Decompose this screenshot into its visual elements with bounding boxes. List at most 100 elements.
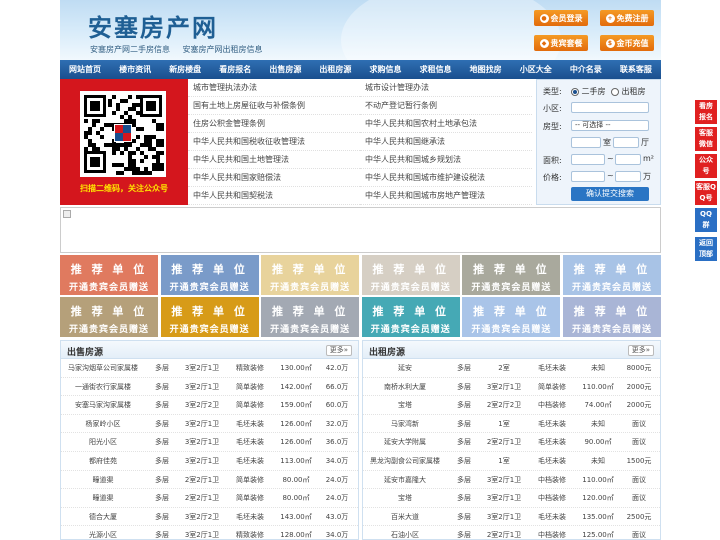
news-item[interactable]: 中华人民共和国城乡规划法 bbox=[360, 151, 532, 169]
nav-item-news[interactable]: 楼市资讯 bbox=[110, 60, 160, 79]
nav-item-wanted-rent[interactable]: 求租信息 bbox=[411, 60, 461, 79]
side-tab[interactable]: 返回 顶部 bbox=[695, 237, 717, 261]
nav-item-map[interactable]: 地图找房 bbox=[461, 60, 511, 79]
recommended-agency-slot[interactable]: 推 荐 单 位开通贵宾会员赠送 bbox=[361, 255, 460, 295]
side-tab[interactable]: 客服 微信 bbox=[695, 127, 717, 151]
listing-community[interactable]: 宝塔 bbox=[363, 396, 447, 414]
nav-item-for-sale[interactable]: 出售房源 bbox=[260, 60, 310, 79]
coin-recharge-button[interactable]: $ 金币充值 bbox=[600, 35, 654, 51]
table-row[interactable]: 一通街农行家属楼 多层 3室2厅1卫 简单装修 142.00㎡ 66.0万 bbox=[61, 378, 358, 397]
subtitle-link-rental[interactable]: 安塞房产网出租房信息 bbox=[183, 45, 263, 54]
listing-community[interactable]: 疃道渠 bbox=[61, 471, 145, 489]
listing-community[interactable]: 马家湾新 bbox=[363, 415, 447, 433]
table-row[interactable]: 光源小区 多层 3室2厅1卫 精致装修 128.00㎡ 34.0万 bbox=[61, 526, 358, 539]
table-row[interactable]: 南桥水利大厦 多层 3室2厅1卫 简单装修 110.00㎡ 2000元 bbox=[363, 378, 660, 397]
news-item[interactable]: 住房公积金管理条例 bbox=[188, 115, 360, 133]
table-row[interactable]: 疃道渠 多层 2室2厅1卫 简单装修 80.00㎡ 24.0万 bbox=[61, 489, 358, 508]
listing-community[interactable]: 宝塔 bbox=[363, 489, 447, 507]
table-row[interactable]: 疃道渠 多层 2室2厅1卫 简单装修 80.00㎡ 24.0万 bbox=[61, 471, 358, 490]
news-item[interactable]: 中华人民共和国农村土地承包法 bbox=[360, 115, 532, 133]
ad-banner[interactable] bbox=[60, 207, 661, 253]
nav-item-new-homes[interactable]: 新房楼盘 bbox=[160, 60, 210, 79]
area-min-input[interactable] bbox=[571, 154, 605, 165]
recommended-agency-slot[interactable]: 推 荐 单 位开通贵宾会员赠送 bbox=[160, 297, 259, 337]
table-row[interactable]: 延安 多层 2室 毛坯未装 未知 8000元 bbox=[363, 359, 660, 378]
sale-more-link[interactable]: 更多» bbox=[325, 345, 352, 356]
price-min-input[interactable] bbox=[571, 171, 605, 182]
table-row[interactable]: 百米大道 多层 3室2厅1卫 毛坯未装 135.00㎡ 2500元 bbox=[363, 508, 660, 527]
listing-community[interactable]: 都府佳苑 bbox=[61, 452, 145, 470]
listing-community[interactable]: 德合大厦 bbox=[61, 508, 145, 526]
listing-community[interactable]: 延安 bbox=[363, 359, 447, 377]
listing-community[interactable]: 延安大学附属 bbox=[363, 433, 447, 451]
listing-community[interactable]: 延安市嘉隆大 bbox=[363, 471, 447, 489]
area-max-input[interactable] bbox=[615, 154, 641, 165]
site-logo-title[interactable]: 安塞房产网 bbox=[88, 8, 218, 43]
table-row[interactable]: 安塞马家沟家属楼 多层 3室2厅2卫 简单装修 159.00㎡ 60.0万 bbox=[61, 396, 358, 415]
community-input[interactable] bbox=[571, 102, 649, 113]
nav-item-for-rent[interactable]: 出租房源 bbox=[310, 60, 360, 79]
recommended-agency-slot[interactable]: 推 荐 单 位开通贵宾会员赠送 bbox=[361, 297, 460, 337]
house-type-select[interactable]: -- 可选择 -- bbox=[571, 120, 649, 131]
news-item[interactable]: 中华人民共和国城市维护建设税法 bbox=[360, 169, 532, 187]
hall-select[interactable] bbox=[613, 137, 639, 148]
side-tab[interactable]: 公众号 bbox=[695, 154, 717, 178]
side-tab[interactable]: 看房 报名 bbox=[695, 100, 717, 124]
nav-item-communities[interactable]: 小区大全 bbox=[511, 60, 561, 79]
news-item[interactable]: 中华人民共和国土地管理法 bbox=[188, 151, 360, 169]
table-row[interactable]: 都府佳苑 多层 3室2厅1卫 毛坯未装 113.00㎡ 34.0万 bbox=[61, 452, 358, 471]
table-row[interactable]: 马家沟烟草公司家属楼 多层 3室2厅1卫 精致装修 130.00㎡ 42.0万 bbox=[61, 359, 358, 378]
login-button[interactable]: ● 会员登录 bbox=[534, 10, 588, 26]
news-item[interactable]: 城市管理执法办法 bbox=[188, 79, 360, 97]
table-row[interactable]: 石油小区 多层 2室2厅1卫 中档装修 125.00㎡ 面议 bbox=[363, 526, 660, 539]
table-row[interactable]: 宝塔 多层 2室2厅2卫 中档装修 74.00㎡ 2000元 bbox=[363, 396, 660, 415]
table-row[interactable]: 延安市嘉隆大 多层 3室2厅1卫 中档装修 110.00㎡ 面议 bbox=[363, 471, 660, 490]
news-item[interactable]: 城市设计管理办法 bbox=[360, 79, 532, 97]
vip-package-button[interactable]: ◆ 贵宾套餐 bbox=[534, 35, 588, 51]
radio-secondhand[interactable]: 二手房 bbox=[571, 86, 606, 97]
news-item[interactable]: 中华人民共和国税收征收管理法 bbox=[188, 133, 360, 151]
recommended-agency-slot[interactable]: 推 荐 单 位开通贵宾会员赠送 bbox=[462, 255, 561, 295]
recommended-agency-slot[interactable]: 推 荐 单 位开通贵宾会员赠送 bbox=[261, 297, 360, 337]
register-button[interactable]: + 免费注册 bbox=[600, 10, 654, 26]
nav-item-home[interactable]: 网站首页 bbox=[60, 60, 110, 79]
listing-community[interactable]: 石油小区 bbox=[363, 526, 447, 539]
price-max-input[interactable] bbox=[615, 171, 641, 182]
search-submit-button[interactable]: 确认提交搜索 bbox=[571, 187, 649, 201]
news-item[interactable]: 中华人民共和国继承法 bbox=[360, 133, 532, 151]
recommended-agency-slot[interactable]: 推 荐 单 位开通贵宾会员赠送 bbox=[160, 255, 259, 295]
news-item[interactable]: 不动产登记暂行条例 bbox=[360, 97, 532, 115]
table-row[interactable]: 延安大学附属 多层 2室2厅1卫 毛坯未装 90.00㎡ 面议 bbox=[363, 433, 660, 452]
side-tab[interactable]: QQ 群 bbox=[695, 208, 717, 232]
nav-item-contact[interactable]: 联系客服 bbox=[611, 60, 661, 79]
news-item[interactable]: 中华人民共和国城市房地产管理法 bbox=[360, 187, 532, 205]
listing-community[interactable]: 黑龙沟副食公司家属楼 bbox=[363, 452, 447, 470]
side-tab[interactable]: 客服Q Q号 bbox=[695, 181, 717, 205]
listing-community[interactable]: 一通街农行家属楼 bbox=[61, 378, 145, 396]
subtitle-link-secondhand[interactable]: 安塞房产网二手房信息 bbox=[90, 45, 170, 54]
table-row[interactable]: 宝塔 多层 3室2厅1卫 中档装修 120.00㎡ 面议 bbox=[363, 489, 660, 508]
room-select[interactable] bbox=[571, 137, 601, 148]
recommended-agency-slot[interactable]: 推 荐 单 位开通贵宾会员赠送 bbox=[563, 255, 661, 295]
listing-community[interactable]: 阳光小区 bbox=[61, 433, 145, 451]
listing-community[interactable]: 光源小区 bbox=[61, 526, 145, 539]
recommended-agency-slot[interactable]: 推 荐 单 位开通贵宾会员赠送 bbox=[60, 255, 158, 295]
recommended-agency-slot[interactable]: 推 荐 单 位开通贵宾会员赠送 bbox=[462, 297, 561, 337]
table-row[interactable]: 马家湾新 多层 1室 毛坯未装 未知 面议 bbox=[363, 415, 660, 434]
nav-item-wanted-buy[interactable]: 求购信息 bbox=[360, 60, 410, 79]
listing-community[interactable]: 杨家岭小区 bbox=[61, 415, 145, 433]
news-item[interactable]: 国有土地上房屋征收与补偿条例 bbox=[188, 97, 360, 115]
recommended-agency-slot[interactable]: 推 荐 单 位开通贵宾会员赠送 bbox=[563, 297, 661, 337]
recommended-agency-slot[interactable]: 推 荐 单 位开通贵宾会员赠送 bbox=[60, 297, 158, 337]
nav-item-agents[interactable]: 中介名录 bbox=[561, 60, 611, 79]
listing-community[interactable]: 南桥水利大厦 bbox=[363, 378, 447, 396]
listing-community[interactable]: 马家沟烟草公司家属楼 bbox=[61, 359, 145, 377]
listing-community[interactable]: 安塞马家沟家属楼 bbox=[61, 396, 145, 414]
listing-community[interactable]: 疃道渠 bbox=[61, 489, 145, 507]
news-item[interactable]: 中华人民共和国家赔偿法 bbox=[188, 169, 360, 187]
news-item[interactable]: 中华人民共和国契税法 bbox=[188, 187, 360, 205]
radio-rental[interactable]: 出租房 bbox=[611, 86, 646, 97]
rent-more-link[interactable]: 更多» bbox=[627, 345, 654, 356]
table-row[interactable]: 杨家岭小区 多层 3室2厅1卫 毛坯未装 126.00㎡ 32.0万 bbox=[61, 415, 358, 434]
table-row[interactable]: 德合大厦 多层 3室2厅2卫 毛坯未装 143.00㎡ 43.0万 bbox=[61, 508, 358, 527]
